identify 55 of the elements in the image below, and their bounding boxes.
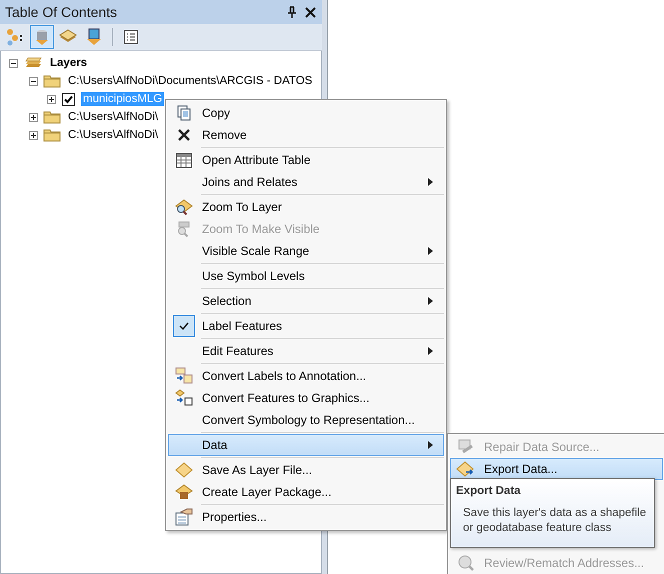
menu-item[interactable]: Remove <box>168 124 444 146</box>
submenu-arrow-icon <box>428 247 433 255</box>
tree-item[interactable]: C:\Users\AlfNoDi\Documents\ARCGIS - DATOS <box>66 74 314 88</box>
expand-toggle-icon[interactable] <box>29 112 38 122</box>
menu-item[interactable]: Create Layer Package... <box>168 481 444 503</box>
table-icon <box>176 152 192 168</box>
zoom-layer-icon <box>175 198 193 216</box>
package-icon <box>175 484 193 500</box>
export-data-icon <box>456 461 476 477</box>
menu-item[interactable]: Convert Features to Graphics... <box>168 387 444 409</box>
folder-icon <box>43 110 61 124</box>
tree-item[interactable]: Layers <box>48 56 90 70</box>
convert-labels-icon <box>175 367 193 385</box>
menu-item[interactable]: Label Features <box>168 315 444 337</box>
menu-item[interactable]: Edit Features <box>168 340 444 362</box>
menu-item[interactable]: Export Data... <box>450 458 663 480</box>
expand-toggle-icon[interactable] <box>29 130 38 140</box>
repair-icon <box>457 438 475 456</box>
menu-item[interactable]: Convert Symbology to Representation... <box>168 409 444 431</box>
submenu-arrow-icon <box>428 441 433 449</box>
close-icon <box>178 129 190 141</box>
panel-title: Table Of Contents <box>5 4 118 20</box>
folder-icon <box>43 128 61 142</box>
collapse-toggle-icon[interactable] <box>9 58 18 68</box>
convert-features-icon <box>175 389 193 407</box>
review-icon <box>457 554 475 572</box>
copy-icon <box>176 105 192 121</box>
layer-checkbox[interactable] <box>62 92 75 106</box>
list-icon <box>123 29 139 45</box>
menu-item[interactable]: Selection <box>168 290 444 312</box>
menu-item[interactable]: Use Symbol Levels <box>168 265 444 287</box>
submenu-arrow-icon <box>428 297 433 305</box>
collapse-toggle-icon[interactable] <box>29 76 38 86</box>
pin-icon[interactable] <box>287 6 297 18</box>
menu-item[interactable]: Properties... <box>168 506 444 528</box>
menu-item[interactable]: Joins and Relates <box>168 171 444 193</box>
layer-file-icon <box>175 462 193 478</box>
close-icon[interactable] <box>305 6 316 18</box>
menu-item[interactable]: Zoom To Layer <box>168 196 444 218</box>
tree-item[interactable]: C:\Users\AlfNoDi\ <box>66 128 160 142</box>
tooltip-title: Export Data <box>456 485 522 497</box>
folder-icon <box>43 74 61 88</box>
properties-icon <box>175 508 193 526</box>
expand-toggle-icon[interactable] <box>47 94 56 104</box>
menu-item[interactable]: Data <box>168 434 444 456</box>
map-layer-icon <box>85 28 103 46</box>
submenu-arrow-icon <box>428 178 433 186</box>
menu-item[interactable]: Convert Labels to Annotation... <box>168 365 444 387</box>
menu-item[interactable]: Visible Scale Range <box>168 240 444 262</box>
menu-item[interactable]: Copy <box>168 102 444 124</box>
tooltip-text: Save this layer's data as a shapefile or geodatabase feature class <box>462 506 648 536</box>
menu-item[interactable]: Save As Layer File... <box>168 459 444 481</box>
submenu-arrow-icon <box>428 347 433 355</box>
tree-item[interactable]: C:\Users\AlfNoDi\ <box>66 110 160 124</box>
menu-item[interactable]: Open Attribute Table <box>168 149 444 171</box>
